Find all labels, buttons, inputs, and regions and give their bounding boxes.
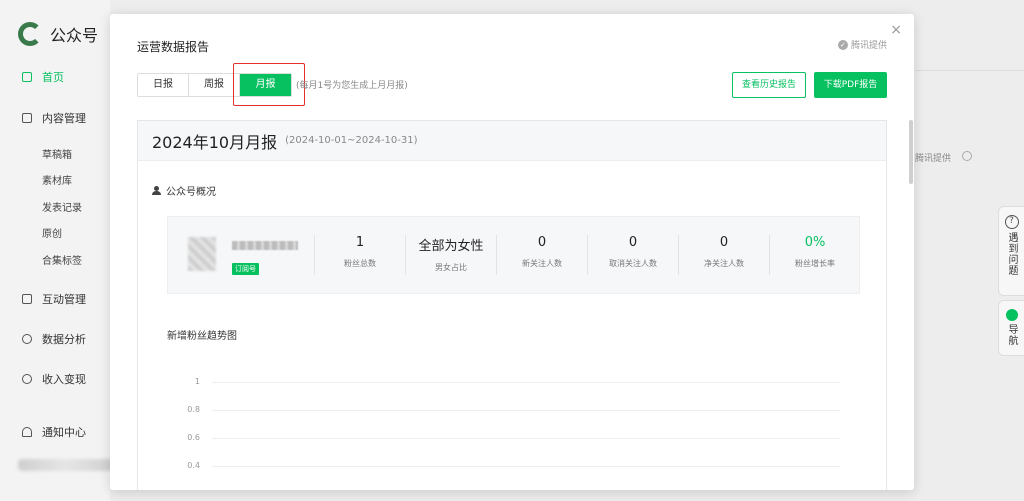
- provider-text: 腾讯提供: [850, 41, 887, 51]
- stat-growth-rate: 0% 粉丝增长率: [769, 235, 860, 275]
- close-icon[interactable]: ×: [890, 22, 902, 38]
- highlight-box: [233, 63, 305, 106]
- report-range: (2024-10-01~2024-10-31): [285, 135, 418, 146]
- provider-note: ✓ 腾讯提供: [837, 38, 887, 51]
- download-pdf-button[interactable]: 下载PDF报告: [814, 72, 887, 98]
- background-divider: [915, 70, 1024, 71]
- sidebar-subitem-original[interactable]: 原创: [42, 225, 62, 240]
- sidebar: 公众号 首页 内容管理 草稿箱 素材库 发表记录 原创 合集标签 互动管理 数据…: [0, 0, 114, 501]
- trend-chart-title: 新增粉丝趋势图: [167, 331, 237, 342]
- tab-hint: (每月1号为您生成上月月报): [296, 81, 408, 91]
- person-icon: [152, 186, 161, 195]
- grid-line: [212, 410, 840, 411]
- chart-icon: [22, 334, 32, 344]
- y-tick-label: 0.6: [187, 433, 200, 442]
- report-header: 2024年10月月报 (2024-10-01~2024-10-31): [138, 121, 886, 161]
- account-overview: 订阅号 1 粉丝总数 全部为女性 男女占比 0 新关注人数 0 取消关注人数 0…: [167, 216, 860, 294]
- home-icon: [22, 72, 32, 82]
- money-icon: [22, 374, 32, 384]
- sidebar-subitem-drafts[interactable]: 草稿箱: [42, 146, 72, 161]
- y-tick-label: 0.8: [187, 405, 200, 414]
- check-circle-icon: ✓: [837, 39, 848, 50]
- report-title: 2024年10月月报: [152, 132, 278, 152]
- report-modal: 运营数据报告 × ✓ 腾讯提供 日报 周报 月报 (每月1号为您生成上月月报) …: [110, 14, 914, 490]
- avatar: [188, 237, 216, 271]
- stat-new-follows: 0 新关注人数: [496, 235, 587, 275]
- gear-icon[interactable]: [962, 151, 972, 161]
- sidebar-item-home[interactable]: 首页: [22, 69, 64, 85]
- guide-tab-label: 导航: [1006, 324, 1017, 346]
- stat-net-follows: 0 净关注人数: [678, 235, 769, 275]
- sidebar-item-revenue[interactable]: 收入变现: [22, 371, 86, 387]
- grid-line: [212, 466, 840, 467]
- sidebar-item-content[interactable]: 内容管理: [22, 110, 86, 126]
- question-icon: ?: [1004, 215, 1019, 229]
- modal-title: 运营数据报告: [137, 40, 210, 54]
- y-tick-label: 1: [194, 377, 200, 386]
- sidebar-subitem-materials[interactable]: 素材库: [42, 172, 72, 187]
- grid-line: [212, 438, 840, 439]
- bell-icon: [22, 427, 32, 437]
- chat-icon: [22, 294, 32, 304]
- overview-section-title: 公众号概况: [152, 183, 216, 198]
- y-tick-label: 0.4: [187, 461, 200, 470]
- sidebar-subitem-published[interactable]: 发表记录: [42, 199, 82, 214]
- sidebar-item-analytics[interactable]: 数据分析: [22, 331, 86, 347]
- account-type-badge: 订阅号: [232, 263, 259, 275]
- account-name-blurred: [232, 241, 298, 250]
- tab-daily[interactable]: 日报: [138, 74, 189, 96]
- app-logo[interactable]: 公众号: [18, 22, 98, 46]
- document-icon: [22, 113, 32, 123]
- sidebar-item-notifications[interactable]: 通知中心: [22, 424, 86, 440]
- app-name: 公众号: [50, 26, 99, 45]
- help-tab-label: 遇到问题: [1006, 232, 1017, 276]
- guide-float-tab[interactable]: 导航: [998, 300, 1024, 356]
- wechat-logo-icon: [18, 22, 42, 46]
- modal-scrollbar[interactable]: [909, 120, 913, 184]
- view-history-button[interactable]: 查看历史报告: [732, 72, 806, 98]
- help-float-tab[interactable]: ? 遇到问题: [998, 206, 1024, 296]
- report-panel: 2024年10月月报 (2024-10-01~2024-10-31) 公众号概况…: [137, 120, 887, 490]
- sidebar-subitem-collections[interactable]: 合集标签: [42, 252, 82, 267]
- sidebar-item-interaction[interactable]: 互动管理: [22, 291, 86, 307]
- background-provider-text: 腾讯提供: [915, 154, 952, 164]
- user-profile-blurred[interactable]: [18, 459, 114, 471]
- guide-icon: [1005, 309, 1018, 321]
- stat-total-fans: 1 粉丝总数: [314, 235, 405, 275]
- trend-chart: 1 0.8 0.6 0.4: [138, 361, 888, 490]
- stat-unfollows: 0 取消关注人数: [587, 235, 678, 275]
- grid-line: [212, 382, 840, 383]
- stat-gender-ratio: 全部为女性 男女占比: [405, 235, 496, 275]
